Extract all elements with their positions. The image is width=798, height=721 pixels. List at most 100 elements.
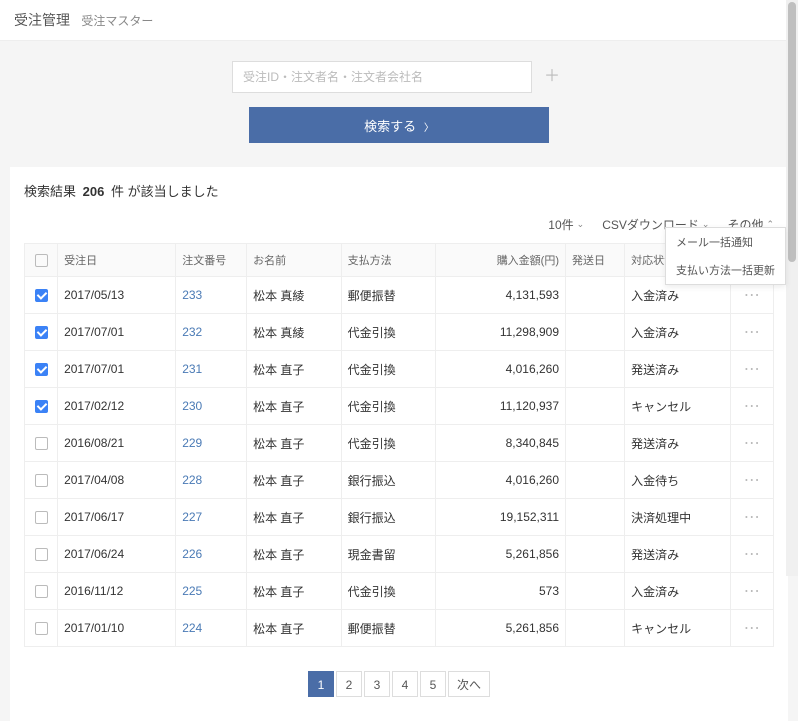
- row-checkbox[interactable]: [35, 326, 48, 339]
- chevron-down-icon: ⌄: [577, 219, 585, 230]
- order-link[interactable]: 230: [182, 399, 202, 413]
- results-panel: 検索結果 206 件 が該当しました 10件⌄ CSVダウンロード⌄ その他⌃ …: [10, 167, 788, 721]
- page-1[interactable]: 1: [308, 671, 334, 697]
- cell-ship: [566, 499, 625, 536]
- row-checkbox[interactable]: [35, 437, 48, 450]
- cell-ship: [566, 610, 625, 647]
- row-checkbox[interactable]: [35, 548, 48, 561]
- col-number: 注文番号: [176, 244, 247, 277]
- row-checkbox[interactable]: [35, 400, 48, 413]
- cell-name: 松本 真綾: [247, 277, 342, 314]
- row-actions-button[interactable]: ⋯: [744, 472, 761, 489]
- page-4[interactable]: 4: [392, 671, 418, 697]
- page-header: 受注管理 受注マスター: [0, 0, 798, 41]
- col-date: 受注日: [58, 244, 176, 277]
- order-link[interactable]: 226: [182, 547, 202, 561]
- row-actions-button[interactable]: ⋯: [744, 509, 761, 526]
- row-checkbox[interactable]: [35, 511, 48, 524]
- other-actions-dropdown: メール一括通知 支払い方法一括更新: [665, 227, 786, 285]
- cell-date: 2017/06/17: [58, 499, 176, 536]
- results-label: 検索結果: [24, 184, 76, 199]
- cell-date: 2017/06/24: [58, 536, 176, 573]
- cell-amount: 5,261,856: [436, 610, 566, 647]
- cell-date: 2017/07/01: [58, 314, 176, 351]
- cell-amount: 4,016,260: [436, 351, 566, 388]
- search-button[interactable]: 検索する 〉: [249, 107, 549, 143]
- scrollbar[interactable]: [786, 0, 798, 576]
- cell-amount: 11,298,909: [436, 314, 566, 351]
- search-button-label: 検索する: [364, 119, 416, 134]
- cell-number: 233: [176, 277, 247, 314]
- row-checkbox[interactable]: [35, 622, 48, 635]
- order-link[interactable]: 228: [182, 473, 202, 487]
- search-input[interactable]: [232, 61, 532, 93]
- cell-name: 松本 直子: [247, 351, 342, 388]
- page-next[interactable]: 次へ: [448, 671, 490, 697]
- bulk-mail-item[interactable]: メール一括通知: [666, 228, 785, 256]
- table-row: 2017/07/01231松本 直子代金引換4,016,260発送済み⋯: [25, 351, 774, 388]
- add-condition-button[interactable]: ＋: [538, 63, 566, 91]
- cell-date: 2017/01/10: [58, 610, 176, 647]
- cell-number: 228: [176, 462, 247, 499]
- cell-amount: 8,340,845: [436, 425, 566, 462]
- row-checkbox[interactable]: [35, 289, 48, 302]
- cell-number: 225: [176, 573, 247, 610]
- page-2[interactable]: 2: [336, 671, 362, 697]
- cell-number: 224: [176, 610, 247, 647]
- cell-amount: 4,131,593: [436, 277, 566, 314]
- order-link[interactable]: 225: [182, 584, 202, 598]
- table-row: 2016/08/21229松本 直子代金引換8,340,845発送済み⋯: [25, 425, 774, 462]
- chevron-right-icon: 〉: [424, 123, 434, 134]
- cell-status: 入金済み: [625, 573, 731, 610]
- order-link[interactable]: 227: [182, 510, 202, 524]
- cell-status: キャンセル: [625, 610, 731, 647]
- row-actions-button[interactable]: ⋯: [744, 546, 761, 563]
- cell-date: 2017/07/01: [58, 351, 176, 388]
- cell-name: 松本 直子: [247, 388, 342, 425]
- cell-payment: 銀行振込: [341, 462, 436, 499]
- cell-payment: 銀行振込: [341, 499, 436, 536]
- cell-number: 230: [176, 388, 247, 425]
- row-checkbox[interactable]: [35, 363, 48, 376]
- order-link[interactable]: 231: [182, 362, 202, 376]
- row-actions-button[interactable]: ⋯: [744, 324, 761, 341]
- cell-name: 松本 直子: [247, 425, 342, 462]
- cell-name: 松本 直子: [247, 573, 342, 610]
- table-row: 2017/06/17227松本 直子銀行振込19,152,311決済処理中⋯: [25, 499, 774, 536]
- cell-ship: [566, 388, 625, 425]
- row-actions-button[interactable]: ⋯: [744, 361, 761, 378]
- cell-number: 226: [176, 536, 247, 573]
- cell-payment: 郵便振替: [341, 610, 436, 647]
- cell-number: 227: [176, 499, 247, 536]
- row-actions-button[interactable]: ⋯: [744, 435, 761, 452]
- results-summary: 検索結果 206 件 が該当しました: [24, 181, 774, 200]
- row-actions-button[interactable]: ⋯: [744, 398, 761, 415]
- page-5[interactable]: 5: [420, 671, 446, 697]
- row-actions-button[interactable]: ⋯: [744, 583, 761, 600]
- cell-amount: 5,261,856: [436, 536, 566, 573]
- row-checkbox[interactable]: [35, 585, 48, 598]
- cell-payment: 現金書留: [341, 536, 436, 573]
- row-actions-button[interactable]: ⋯: [744, 620, 761, 637]
- cell-status: 決済処理中: [625, 499, 731, 536]
- cell-status: 発送済み: [625, 351, 731, 388]
- page-3[interactable]: 3: [364, 671, 390, 697]
- cell-name: 松本 真綾: [247, 314, 342, 351]
- table-row: 2017/06/24226松本 直子現金書留5,261,856発送済み⋯: [25, 536, 774, 573]
- scrollbar-thumb[interactable]: [788, 2, 796, 262]
- cell-number: 232: [176, 314, 247, 351]
- cell-name: 松本 直子: [247, 536, 342, 573]
- bulk-payment-item[interactable]: 支払い方法一括更新: [666, 256, 785, 284]
- per-page-select[interactable]: 10件⌄: [548, 216, 584, 233]
- cell-ship: [566, 351, 625, 388]
- cell-ship: [566, 462, 625, 499]
- order-link[interactable]: 232: [182, 325, 202, 339]
- order-link[interactable]: 224: [182, 621, 202, 635]
- order-link[interactable]: 233: [182, 288, 202, 302]
- cell-payment: 代金引換: [341, 425, 436, 462]
- results-toolbar: 10件⌄ CSVダウンロード⌄ その他⌃: [24, 208, 774, 243]
- row-actions-button[interactable]: ⋯: [744, 287, 761, 304]
- order-link[interactable]: 229: [182, 436, 202, 450]
- row-checkbox[interactable]: [35, 474, 48, 487]
- select-all-checkbox[interactable]: [35, 254, 48, 267]
